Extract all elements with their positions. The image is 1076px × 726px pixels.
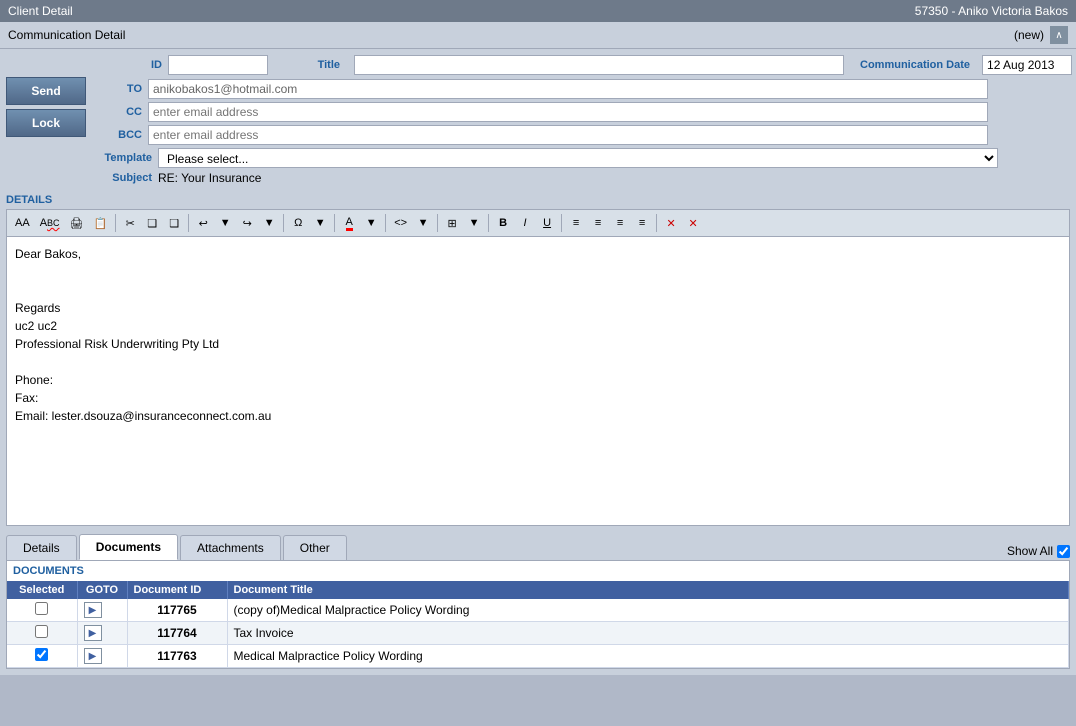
row2-checkbox[interactable] [35, 625, 48, 638]
doc-title-cell: (copy of)Medical Malpractice Policy Word… [227, 599, 1069, 622]
cc-input[interactable] [148, 102, 988, 122]
selected-cell [7, 645, 77, 668]
tab-details[interactable]: Details [6, 535, 77, 560]
toolbar-align-right[interactable]: ≡ [610, 213, 630, 233]
documents-section: DOCUMENTS Selected GOTO Document ID Docu… [6, 560, 1070, 669]
editor-area[interactable]: Dear Bakos, Regards uc2 uc2 Professional… [6, 236, 1070, 526]
subject-label: Subject [98, 172, 158, 184]
bcc-input[interactable] [148, 125, 988, 145]
goto-cell: ▶ [77, 622, 127, 645]
toolbar-font-color[interactable]: A [339, 213, 359, 233]
doc-title-cell: Medical Malpractice Policy Wording [227, 645, 1069, 668]
toolbar-omega[interactable]: Ω [288, 213, 308, 233]
tab-documents[interactable]: Documents [79, 534, 178, 560]
comm-date-label: Communication Date [860, 59, 970, 71]
show-all-checkbox[interactable] [1057, 545, 1070, 558]
table-row: ▶ 117764 Tax Invoice [7, 622, 1069, 645]
toolbar-cut[interactable]: ✂ [120, 213, 140, 233]
doc-title-cell: Tax Invoice [227, 622, 1069, 645]
table-row: ▶ 117765 (copy of)Medical Malpractice Po… [7, 599, 1069, 622]
toolbar-align-center[interactable]: ≡ [588, 213, 608, 233]
toolbar-justify[interactable]: ≡ [632, 213, 652, 233]
goto-cell: ▶ [77, 645, 127, 668]
toolbar-align-left[interactable]: ≡ [566, 213, 586, 233]
doc-id-cell: 117763 [127, 645, 227, 668]
comm-date-input[interactable] [982, 55, 1072, 75]
documents-table: Selected GOTO Document ID Document Title… [7, 581, 1069, 668]
toolbar-print[interactable]: 🖨 [66, 213, 88, 233]
toolbar-omega-dropdown[interactable]: ▼ [310, 213, 330, 233]
editor-toolbar: AA ABC 🖨 📋 ✂ ❑ ❑ ↩ ▼ ↪ ▼ Ω ▼ A ▼ <> ▼ ⊞ … [6, 209, 1070, 236]
goto-cell: ▶ [77, 599, 127, 622]
section-header: Communication Detail (new) ∧ [0, 22, 1076, 49]
toolbar-table-dropdown[interactable]: ▼ [464, 213, 484, 233]
title-label: Title [276, 59, 346, 71]
app-title: Client Detail [8, 4, 73, 18]
id-input[interactable] [168, 55, 268, 75]
toolbar-undo-dropdown[interactable]: ▼ [215, 213, 235, 233]
toolbar-spell-check[interactable]: ABC [36, 213, 64, 233]
table-row: ▶ 117763 Medical Malpractice Policy Word… [7, 645, 1069, 668]
id-label: ID [98, 59, 168, 71]
toolbar-redo[interactable]: ↪ [237, 213, 257, 233]
bcc-label: BCC [98, 129, 148, 141]
toolbar-paste2[interactable]: ❑ [164, 213, 184, 233]
cc-label: CC [98, 106, 148, 118]
toolbar-copy[interactable]: ❑ [142, 213, 162, 233]
documents-label: DOCUMENTS [7, 561, 1069, 581]
col-selected: Selected [7, 581, 77, 599]
toolbar-font-size[interactable]: AA [11, 213, 34, 233]
title-bar: Client Detail 57350 - Aniko Victoria Bak… [0, 0, 1076, 22]
client-name: 57350 - Aniko Victoria Bakos [915, 4, 1068, 18]
toolbar-table[interactable]: ⊞ [442, 213, 462, 233]
lock-button[interactable]: Lock [6, 109, 86, 137]
send-button[interactable]: Send [6, 77, 86, 105]
row1-checkbox[interactable] [35, 602, 48, 615]
selected-cell [7, 622, 77, 645]
col-doc-title: Document Title [227, 581, 1069, 599]
toolbar-clear2[interactable]: ✕ [683, 213, 703, 233]
main-container: Send Lock ID Title Communication Date Ti… [0, 49, 1076, 675]
section-title: Communication Detail [8, 28, 125, 42]
tab-other[interactable]: Other [283, 535, 347, 560]
doc-id-cell: 117765 [127, 599, 227, 622]
details-label: DETAILS [6, 194, 1070, 206]
new-badge: (new) [1014, 28, 1044, 42]
row3-checkbox[interactable] [35, 648, 48, 661]
to-label: TO [98, 83, 148, 95]
toolbar-underline[interactable]: U [537, 213, 557, 233]
subject-value: RE: Your Insurance [158, 171, 261, 185]
goto-btn-1[interactable]: ▶ [84, 602, 102, 618]
tab-attachments[interactable]: Attachments [180, 535, 281, 560]
toolbar-undo[interactable]: ↩ [193, 213, 213, 233]
toolbar-html[interactable]: <> [390, 213, 411, 233]
template-select[interactable]: Please select... [158, 148, 998, 168]
goto-btn-3[interactable]: ▶ [84, 648, 102, 664]
col-doc-id: Document ID [127, 581, 227, 599]
toolbar-clear1[interactable]: ✕ [661, 213, 681, 233]
doc-id-cell: 117764 [127, 622, 227, 645]
toolbar-font-color-dropdown[interactable]: ▼ [361, 213, 381, 233]
template-label: Template [98, 152, 158, 164]
toolbar-html-dropdown[interactable]: ▼ [413, 213, 433, 233]
toolbar-redo-dropdown[interactable]: ▼ [259, 213, 279, 233]
selected-cell [7, 599, 77, 622]
col-goto: GOTO [77, 581, 127, 599]
toolbar-bold[interactable]: B [493, 213, 513, 233]
title-input[interactable] [354, 55, 844, 75]
toolbar-italic[interactable]: I [515, 213, 535, 233]
goto-btn-2[interactable]: ▶ [84, 625, 102, 641]
show-all-label: Show All [1007, 544, 1053, 558]
collapse-button[interactable]: ∧ [1050, 26, 1068, 44]
to-input[interactable] [148, 79, 988, 99]
toolbar-paste[interactable]: 📋 [90, 213, 112, 233]
